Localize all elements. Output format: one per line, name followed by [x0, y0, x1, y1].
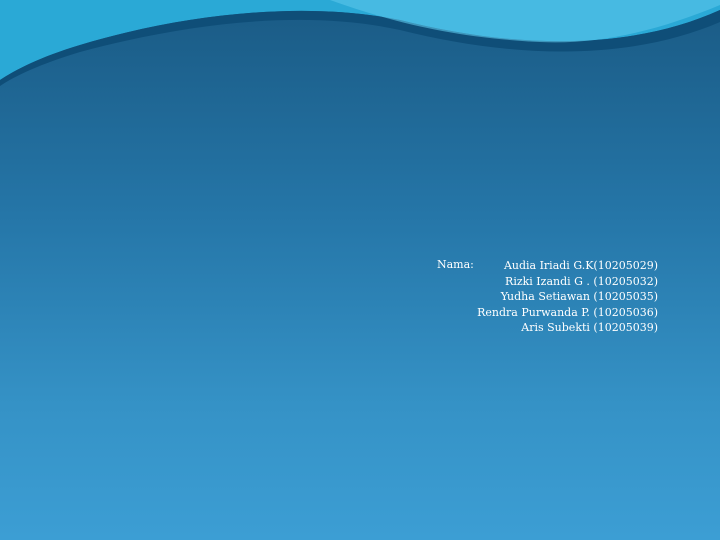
member-name: Rizki Izandi G . (10205032)	[505, 274, 658, 288]
member-list: Audia Iriadi G.K(10205029) Rizki Izandi …	[398, 258, 658, 336]
member-name: Rendra Purwanda P. (10205036)	[477, 305, 658, 319]
slide-canvas: Nama: Audia Iriadi G.K(10205029) Rizki I…	[0, 0, 720, 540]
member-name: Aris Subekti (10205039)	[521, 321, 658, 334]
header-wave-decoration	[0, 0, 720, 86]
member-name: Audia Iriadi G.K(10205029)	[503, 259, 658, 272]
member-name: Yudha Setiawan (10205035)	[500, 290, 658, 303]
